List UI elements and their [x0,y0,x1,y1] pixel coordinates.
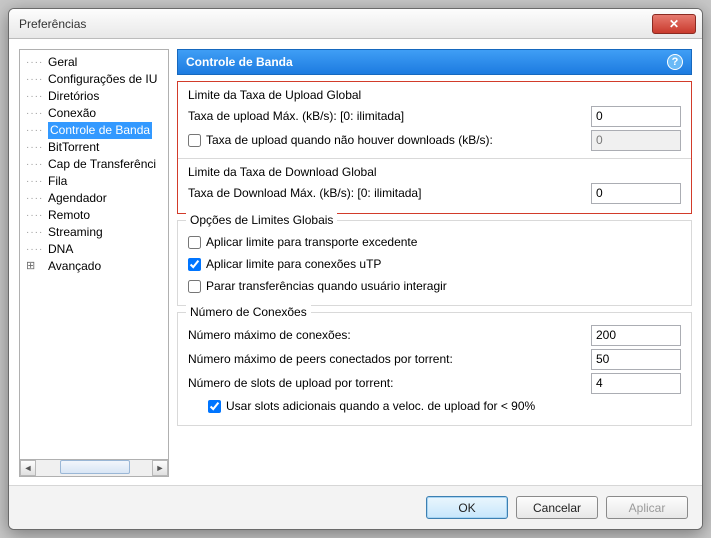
panel-title-text: Controle de Banda [186,55,293,69]
window-title: Preferências [19,17,652,31]
tree-item-avancado[interactable]: Avançado [22,258,166,275]
upload-alt-checkbox[interactable] [188,134,201,147]
download-legend: Limite da Taxa de Download Global [188,165,681,179]
scroll-thumb[interactable] [60,460,130,474]
close-icon: ✕ [669,17,679,31]
tree-item-banda[interactable]: ····Controle de Banda [22,122,166,139]
opt-utp-label: Aplicar limite para conexões uTP [206,257,381,271]
category-tree[interactable]: ····Geral ····Configurações de IU ····Di… [19,49,169,460]
connections-group: Número de Conexões Número máximo de cone… [177,312,692,426]
upload-alt-input [591,130,681,151]
tree-item-remoto[interactable]: ····Remoto [22,207,166,224]
upload-slots-input[interactable] [591,373,681,394]
tree-item-bittorrent[interactable]: ····BitTorrent [22,139,166,156]
opt-overhead-checkbox[interactable] [188,236,201,249]
upload-alt-row: Taxa de upload quando não houver downloa… [188,129,591,151]
apply-button[interactable]: Aplicar [606,496,688,519]
download-rate-label: Taxa de Download Máx. (kB/s): [0: ilimit… [188,186,591,200]
titlebar[interactable]: Preferências ✕ [9,9,702,39]
opt-stop-label: Parar transferências quando usuário inte… [206,279,447,293]
conn-legend: Número de Conexões [186,305,311,319]
panel-title: Controle de Banda ? [177,49,692,75]
upload-slots-label: Número de slots de upload por torrent: [188,376,591,390]
rate-limits-group: Limite da Taxa de Upload Global Taxa de … [177,81,692,214]
tree-item-cap[interactable]: ····Cap de Transferênci [22,156,166,173]
tree-item-diretorios[interactable]: ····Diretórios [22,88,166,105]
extra-slots-checkbox[interactable] [208,400,221,413]
scroll-track[interactable] [36,460,152,476]
tree-item-geral[interactable]: ····Geral [22,54,166,71]
max-conn-input[interactable] [591,325,681,346]
tree-item-fila[interactable]: ····Fila [22,173,166,190]
max-conn-label: Número máximo de conexões: [188,328,591,342]
max-peers-label: Número máximo de peers conectados por to… [188,352,591,366]
tree-item-agendador[interactable]: ····Agendador [22,190,166,207]
tree-item-streaming[interactable]: ····Streaming [22,224,166,241]
tree-item-dna[interactable]: ····DNA [22,241,166,258]
close-button[interactable]: ✕ [652,14,696,34]
tree-item-iu[interactable]: ····Configurações de IU [22,71,166,88]
tree-hscrollbar[interactable]: ◄ ► [19,459,169,477]
opt-utp-checkbox[interactable] [188,258,201,271]
ok-button[interactable]: OK [426,496,508,519]
cancel-button[interactable]: Cancelar [516,496,598,519]
tree-item-conexao[interactable]: ····Conexão [22,105,166,122]
preferences-window: Preferências ✕ ····Geral ····Configuraçõ… [8,8,703,530]
extra-slots-label: Usar slots adicionais quando a veloc. de… [226,399,535,413]
global-limits-group: Opções de Limites Globais Aplicar limite… [177,220,692,306]
help-icon[interactable]: ? [667,54,683,70]
download-rate-input[interactable] [591,183,681,204]
max-peers-input[interactable] [591,349,681,370]
upload-legend: Limite da Taxa de Upload Global [188,88,681,102]
upload-alt-label: Taxa de upload quando não houver downloa… [206,133,493,147]
opt-stop-checkbox[interactable] [188,280,201,293]
scroll-right-icon[interactable]: ► [152,460,168,476]
dialog-footer: OK Cancelar Aplicar [9,485,702,529]
globals-legend: Opções de Limites Globais [186,213,337,227]
upload-rate-input[interactable] [591,106,681,127]
opt-overhead-label: Aplicar limite para transporte excedente [206,235,417,249]
scroll-left-icon[interactable]: ◄ [20,460,36,476]
upload-rate-label: Taxa de upload Máx. (kB/s): [0: ilimitad… [188,109,591,123]
